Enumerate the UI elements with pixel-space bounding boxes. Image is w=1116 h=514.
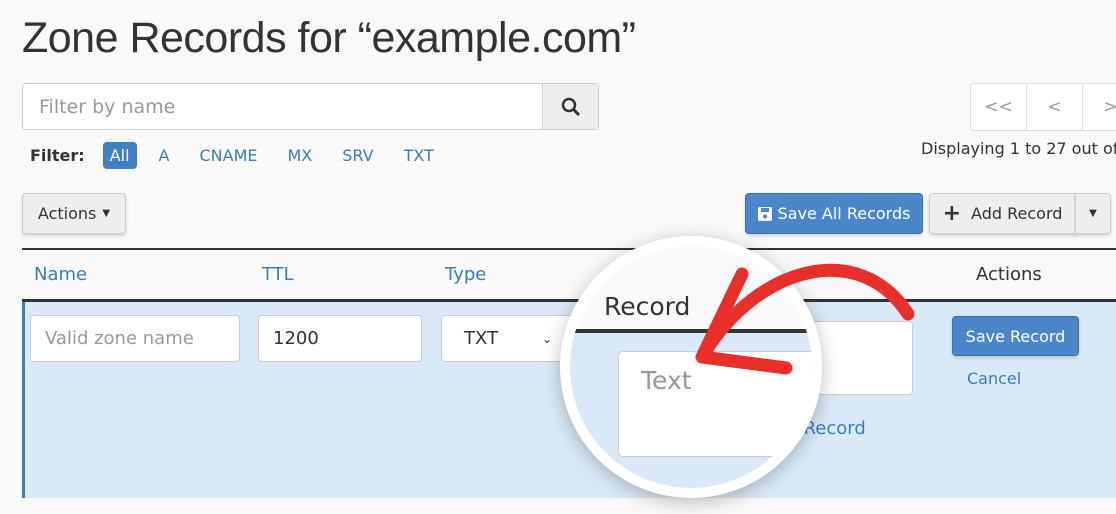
cancel-link[interactable]: Cancel xyxy=(967,369,1021,388)
ttl-input[interactable]: 1200 xyxy=(258,315,422,362)
search-icon xyxy=(561,97,580,116)
type-filter: Filter: All A CNAME MX SRV TXT xyxy=(30,142,464,169)
filter-cname[interactable]: CNAME xyxy=(199,146,257,165)
prev-page-button[interactable]: < xyxy=(1027,84,1083,130)
filter-txt[interactable]: TXT xyxy=(404,146,434,165)
save-all-label: Save All Records xyxy=(777,204,911,223)
type-value: TXT xyxy=(464,328,499,349)
type-select[interactable]: TXT ⌄ xyxy=(441,315,575,362)
search-input[interactable] xyxy=(23,84,542,129)
chevron-down-icon: ⌄ xyxy=(541,331,552,346)
add-record-dropdown[interactable]: ▼ xyxy=(1075,193,1111,234)
zone-name-input[interactable]: Valid zone name xyxy=(30,315,240,362)
search-button[interactable] xyxy=(542,84,598,129)
save-icon xyxy=(757,206,772,221)
add-record-label: Add Record xyxy=(971,204,1063,223)
filter-label: Filter: xyxy=(30,146,85,165)
next-page-button[interactable]: > xyxy=(1083,84,1116,130)
page-title: Zone Records for “example.com” xyxy=(22,14,636,62)
first-page-button[interactable]: << xyxy=(971,84,1027,130)
caret-down-icon: ▼ xyxy=(102,208,111,219)
filter-a[interactable]: A xyxy=(159,146,170,165)
actions-label: Actions xyxy=(37,204,97,223)
column-ttl[interactable]: TTL xyxy=(262,264,294,285)
column-name[interactable]: Name xyxy=(34,264,87,285)
filter-srv[interactable]: SRV xyxy=(342,146,373,165)
record-text-input[interactable]: Text xyxy=(618,351,812,457)
magnifier: Record Text xyxy=(560,236,822,498)
add-record-button[interactable]: + Add Record xyxy=(929,193,1076,234)
column-record: Record xyxy=(604,292,691,321)
filter-mx[interactable]: MX xyxy=(287,146,312,165)
caret-down-icon: ▼ xyxy=(1089,208,1097,219)
search-box xyxy=(22,83,599,130)
column-type[interactable]: Type xyxy=(445,264,486,285)
column-actions: Actions xyxy=(976,264,1042,285)
pagination: << < > xyxy=(970,83,1116,131)
actions-dropdown[interactable]: Actions ▼ xyxy=(22,193,126,234)
filter-all[interactable]: All xyxy=(102,142,137,169)
save-all-records-button[interactable]: Save All Records xyxy=(745,193,923,234)
table-header xyxy=(22,248,1116,302)
save-record-button[interactable]: Save Record xyxy=(952,316,1079,356)
display-count: Displaying 1 to 27 out of 2 xyxy=(921,139,1116,158)
plus-icon: + xyxy=(942,201,962,226)
